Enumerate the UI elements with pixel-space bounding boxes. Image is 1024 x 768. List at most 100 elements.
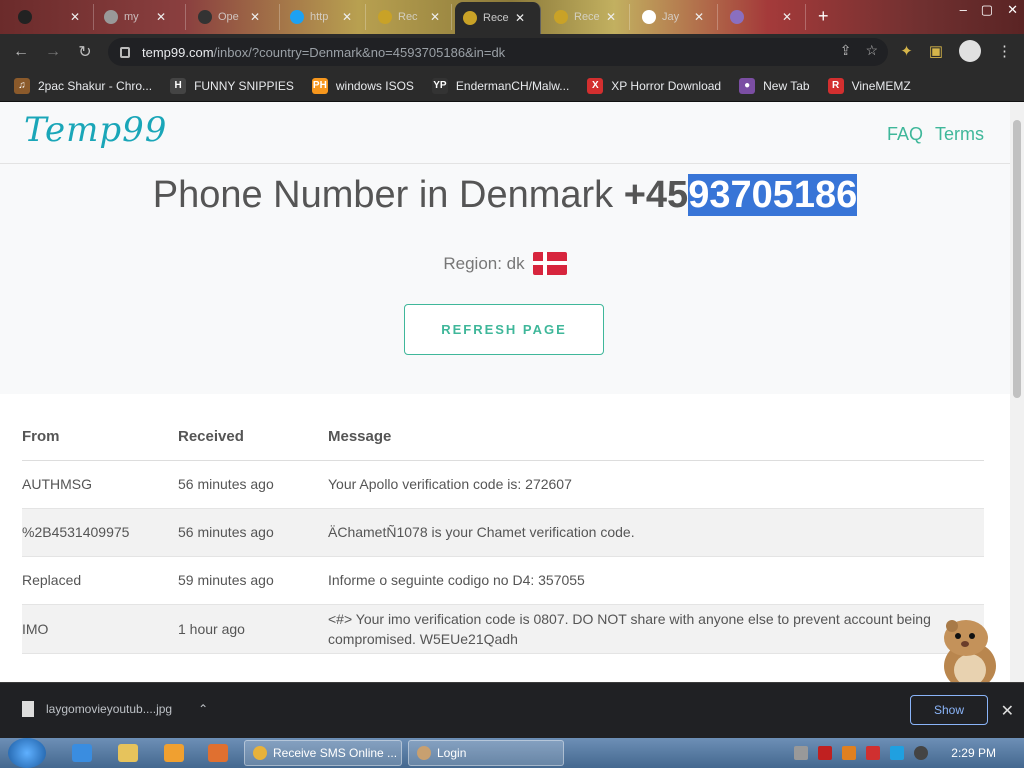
flag-icon[interactable] (866, 746, 880, 760)
share-icon[interactable]: ⇪ (840, 42, 852, 59)
cell-from: %2B4531409975 (22, 508, 178, 557)
menu-icon[interactable]: ⋮ (997, 42, 1012, 60)
openai-icon (18, 10, 32, 24)
taskbar-task-login[interactable]: Login (408, 740, 564, 766)
tab[interactable]: http ✕ (282, 4, 366, 30)
bookmark-item[interactable]: ♫ 2pac Shakur - Chro... (14, 77, 153, 94)
taskbar-task-chrome[interactable]: Receive SMS Online ... (244, 740, 402, 766)
close-icon[interactable]: ✕ (515, 11, 525, 25)
tab-active[interactable]: Rece ✕ (455, 2, 541, 34)
bookmark-item[interactable]: H FUNNY SNIPPIES (170, 77, 294, 94)
tab[interactable]: Ope ✕ (190, 4, 280, 30)
scrollbar-thumb[interactable] (1013, 120, 1021, 398)
close-icon[interactable]: ✕ (694, 10, 704, 24)
column-header-message: Message (328, 414, 984, 461)
close-icon[interactable]: ✕ (606, 10, 616, 24)
nav-terms-link[interactable]: Terms (935, 124, 984, 145)
network-icon[interactable] (794, 746, 808, 760)
bookmark-item[interactable]: ● New Tab (739, 77, 810, 94)
back-icon[interactable]: ← (10, 41, 32, 63)
bookmark-label: FUNNY SNIPPIES (194, 78, 294, 93)
nav-faq-link[interactable]: FAQ (887, 124, 923, 145)
close-icon[interactable]: ✕ (250, 10, 260, 24)
browser-window: ✕ my ✕ Ope ✕ http ✕ Rec ✕ Rece ✕ Rece ✕ Jay ✕ ✕… (0, 0, 1024, 768)
bookmark-label: windows ISOS (335, 78, 414, 93)
bookmark-label: VineMEMZ (851, 78, 911, 93)
lock-icon[interactable] (120, 46, 130, 58)
bookmark-item[interactable]: PH windows ISOS (311, 77, 414, 94)
column-header-received: Received (178, 414, 328, 461)
show-all-button[interactable]: Show (910, 695, 988, 725)
close-shelf-icon[interactable]: ✕ (1001, 701, 1014, 721)
x-icon: X (587, 77, 604, 94)
new-tab-button[interactable]: + (818, 6, 829, 27)
refresh-page-button[interactable]: REFRESH PAGE (404, 304, 604, 355)
tab[interactable]: my ✕ (96, 4, 186, 30)
close-icon[interactable]: ✕ (430, 10, 440, 24)
twitter-icon (290, 10, 304, 24)
site-navbar: Temp99 FAQ Terms (0, 102, 1010, 164)
search-icon[interactable] (842, 746, 856, 760)
ph-icon: PH (311, 77, 328, 94)
selected-text: 93705186 (688, 174, 858, 216)
cell-received: 59 minutes ago (178, 556, 328, 605)
volume-icon[interactable] (914, 746, 928, 760)
messages-table: From Received Message AUTHMSG 56 minutes … (22, 414, 984, 654)
bookmark-label: EndermanCH/Malw... (455, 78, 570, 93)
ie-icon[interactable] (72, 744, 92, 762)
url-text[interactable]: temp99.com/inbox/?country=Denmark&no=459… (142, 45, 505, 60)
tab[interactable]: Rec ✕ (370, 4, 452, 30)
bookmark-item[interactable]: YP EndermanCH/Malw... (431, 77, 570, 94)
profile-avatar[interactable] (959, 40, 981, 62)
2pac-icon: ♫ (14, 77, 30, 94)
close-icon[interactable]: ✕ (782, 10, 792, 24)
table-header-row: From Received Message (22, 414, 984, 461)
address-bar[interactable]: temp99.com/inbox/?country=Denmark&no=459… (108, 38, 888, 66)
cell-message: Informe o seguinte codigo no D4: 357055 (328, 556, 984, 605)
table-row: AUTHMSG 56 minutes ago Your Apollo verific… (22, 460, 984, 509)
tab[interactable]: Jay ✕ (634, 4, 718, 30)
user-icon (417, 746, 431, 760)
site-icon (463, 11, 477, 25)
bookmark-item[interactable]: R VineMEMZ (827, 77, 911, 94)
download-item[interactable]: laygomovieyoutub....jpg ⌃ (22, 701, 208, 717)
page-title: Phone Number in Denmark +4593705186 (152, 174, 858, 216)
h-icon: H (170, 77, 187, 94)
v-icon[interactable] (818, 746, 832, 760)
cell-from: IMO (22, 604, 178, 654)
cell-received: 1 hour ago (178, 604, 328, 654)
phone-number: +4593705186 (623, 174, 858, 216)
media-player-icon[interactable] (164, 744, 184, 762)
table-row: %2B4531409975 56 minutes ago ÄChametÑ1078 … (22, 508, 984, 557)
display-icon[interactable] (890, 746, 904, 760)
start-button[interactable] (8, 738, 46, 768)
close-window-icon[interactable]: ✕ (1007, 2, 1018, 18)
cell-received: 56 minutes ago (178, 460, 328, 509)
extensions-icon[interactable]: ✦ (900, 42, 913, 60)
minimize-icon[interactable]: – (960, 2, 967, 18)
forward-icon[interactable]: → (42, 41, 64, 63)
r-icon: R (827, 77, 844, 94)
bookmark-label: 2pac Shakur - Chro... (38, 78, 153, 93)
reload-icon[interactable]: ↻ (74, 41, 96, 63)
star-icon[interactable]: ☆ (865, 42, 878, 59)
explorer-icon[interactable] (118, 744, 138, 762)
tab[interactable]: Rece ✕ (546, 4, 630, 30)
chevron-up-icon[interactable]: ⌃ (198, 702, 208, 716)
tab[interactable]: ✕ (10, 4, 94, 30)
page-scrollbar[interactable] (1010, 102, 1024, 682)
cell-message: <#> Your imo verification code is 0807. … (328, 604, 984, 654)
bookmark-item[interactable]: X XP Horror Download (587, 77, 721, 94)
google-icon (642, 10, 656, 24)
clock[interactable]: 2:29 PM (951, 746, 996, 760)
site-logo[interactable]: Temp99 (24, 110, 167, 150)
app-icon[interactable] (208, 744, 228, 762)
close-icon[interactable]: ✕ (342, 10, 352, 24)
bookmarks-bar: ♫ 2pac Shakur - Chro... H FUNNY SNIPPIES PH w… (0, 70, 1024, 102)
close-icon[interactable]: ✕ (70, 10, 80, 24)
yp-icon: YP (431, 77, 448, 94)
close-icon[interactable]: ✕ (156, 10, 166, 24)
tab[interactable]: ✕ (722, 4, 806, 30)
maximize-icon[interactable]: ▢ (981, 2, 993, 18)
sidepanel-icon[interactable]: ▣ (929, 42, 943, 60)
